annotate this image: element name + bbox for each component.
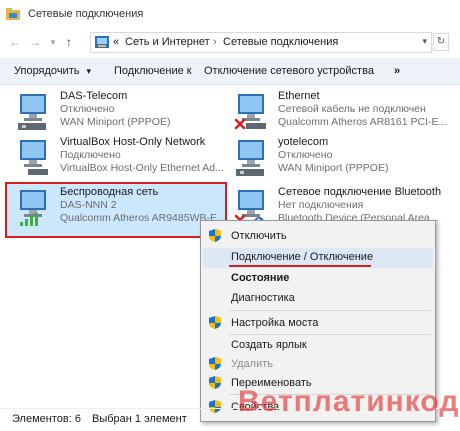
menu-item-status[interactable]: Состояние (231, 272, 289, 284)
connection-name: Сетевое подключение Bluetooth (278, 186, 442, 198)
connection-name: Ethernet (278, 90, 320, 102)
connection-yotelecom[interactable]: yotelecom Отключено WAN Miniport (PPPOE) (232, 136, 454, 180)
organize-chevron-down-icon: ▾ (86, 66, 92, 76)
connection-name: Беспроводная сеть (60, 186, 159, 198)
forward-arrow-icon[interactable]: → (28, 35, 42, 49)
uac-shield-icon (209, 357, 221, 370)
red-underline (229, 265, 371, 267)
address-dropdown-icon[interactable]: ▾ (422, 36, 427, 47)
connect-to-button[interactable]: Подключение к (114, 65, 192, 77)
connection-wireless[interactable]: Беспроводная сеть DAS-NNN 2 Qualcomm Ath… (14, 186, 219, 230)
ethernet-connection-icon (20, 140, 48, 175)
connection-status: DAS-NNN 2 (60, 199, 117, 211)
connection-status: Отключено (60, 103, 115, 115)
connection-device: Qualcomm Atheros AR9485WB-E (60, 212, 217, 224)
connection-name: VirtualBox Host-Only Network (60, 136, 206, 148)
organize-label: Упорядочить (14, 65, 80, 77)
item-count: Элементов: 6 (12, 413, 81, 425)
dialup-connection-icon (18, 94, 46, 130)
menu-item-diagnostics[interactable]: Диагностика (231, 292, 295, 304)
command-bar: Упорядочить ▾ Подключение к Отключение с… (0, 58, 460, 85)
organize-button[interactable]: Упорядочить ▾ (14, 65, 91, 77)
disable-device-button[interactable]: Отключение сетевого устройства (204, 65, 374, 77)
breadcrumb-root[interactable]: « (113, 36, 119, 48)
refresh-icon[interactable]: ↻ (433, 33, 449, 51)
uac-shield-icon (209, 376, 221, 389)
connection-device: VirtualBox Host-Only Ethernet Ad... (60, 162, 224, 174)
menu-item-connect-disconnect[interactable]: Подключение / Отключение (231, 251, 373, 263)
connection-device: Qualcomm Atheros AR8161 PCI-E... (278, 116, 448, 128)
connection-device: WAN Miniport (PPPOE) (278, 162, 389, 174)
breadcrumb-network-internet[interactable]: Сеть и Интернет (125, 36, 210, 48)
menu-separator (229, 310, 431, 311)
connection-device: WAN Miniport (PPPOE) (60, 116, 171, 128)
connection-ethernet[interactable]: Ethernet Сетевой кабель не подключен Qua… (232, 90, 454, 134)
connection-das-telecom[interactable]: DAS-Telecom Отключено WAN Miniport (PPPO… (14, 90, 214, 134)
window-title: Сетевые подключения (28, 8, 144, 20)
connection-status: Нет подключения (278, 199, 364, 211)
control-panel-icon (95, 36, 109, 48)
dialup-connection-icon (236, 140, 264, 176)
more-commands-button[interactable]: » (394, 65, 400, 77)
error-x-icon (234, 118, 246, 130)
menu-separator (229, 334, 431, 335)
watermark: Ветплатинкод (238, 385, 460, 418)
recent-chevron-down-icon[interactable]: ▾ (46, 35, 60, 49)
connection-status: Сетевой кабель не подключен (278, 103, 426, 115)
menu-item-disable[interactable]: Отключить (231, 230, 287, 242)
connection-status: Подключено (60, 149, 121, 161)
connection-virtualbox[interactable]: VirtualBox Host-Only Network Подключено … (14, 136, 224, 180)
uac-shield-icon (209, 229, 221, 242)
breadcrumb-network-connections[interactable]: Сетевые подключения (223, 36, 338, 48)
menu-item-delete: Удалить (231, 358, 273, 370)
breadcrumb-separator[interactable]: › (213, 36, 217, 48)
connection-status: Отключено (278, 149, 333, 161)
address-row: ← → ▾ ↑ « Сеть и Интернет › Сетевые подк… (0, 30, 460, 54)
connection-name: DAS-Telecom (60, 90, 128, 102)
wireless-connection-icon (20, 190, 46, 226)
uac-shield-icon (209, 316, 221, 329)
title-bar: Сетевые подключения (0, 0, 460, 28)
menu-item-create-shortcut[interactable]: Создать ярлык (231, 339, 307, 351)
connection-name: yotelecom (278, 136, 329, 148)
address-bar[interactable]: « Сеть и Интернет › Сетевые подключения … (90, 32, 432, 53)
network-folder-icon (6, 8, 20, 20)
menu-item-bridge[interactable]: Настройка моста (231, 317, 318, 329)
up-arrow-icon[interactable]: ↑ (62, 35, 76, 49)
back-arrow-icon[interactable]: ← (8, 35, 22, 49)
selection-count: Выбран 1 элемент (92, 413, 187, 425)
